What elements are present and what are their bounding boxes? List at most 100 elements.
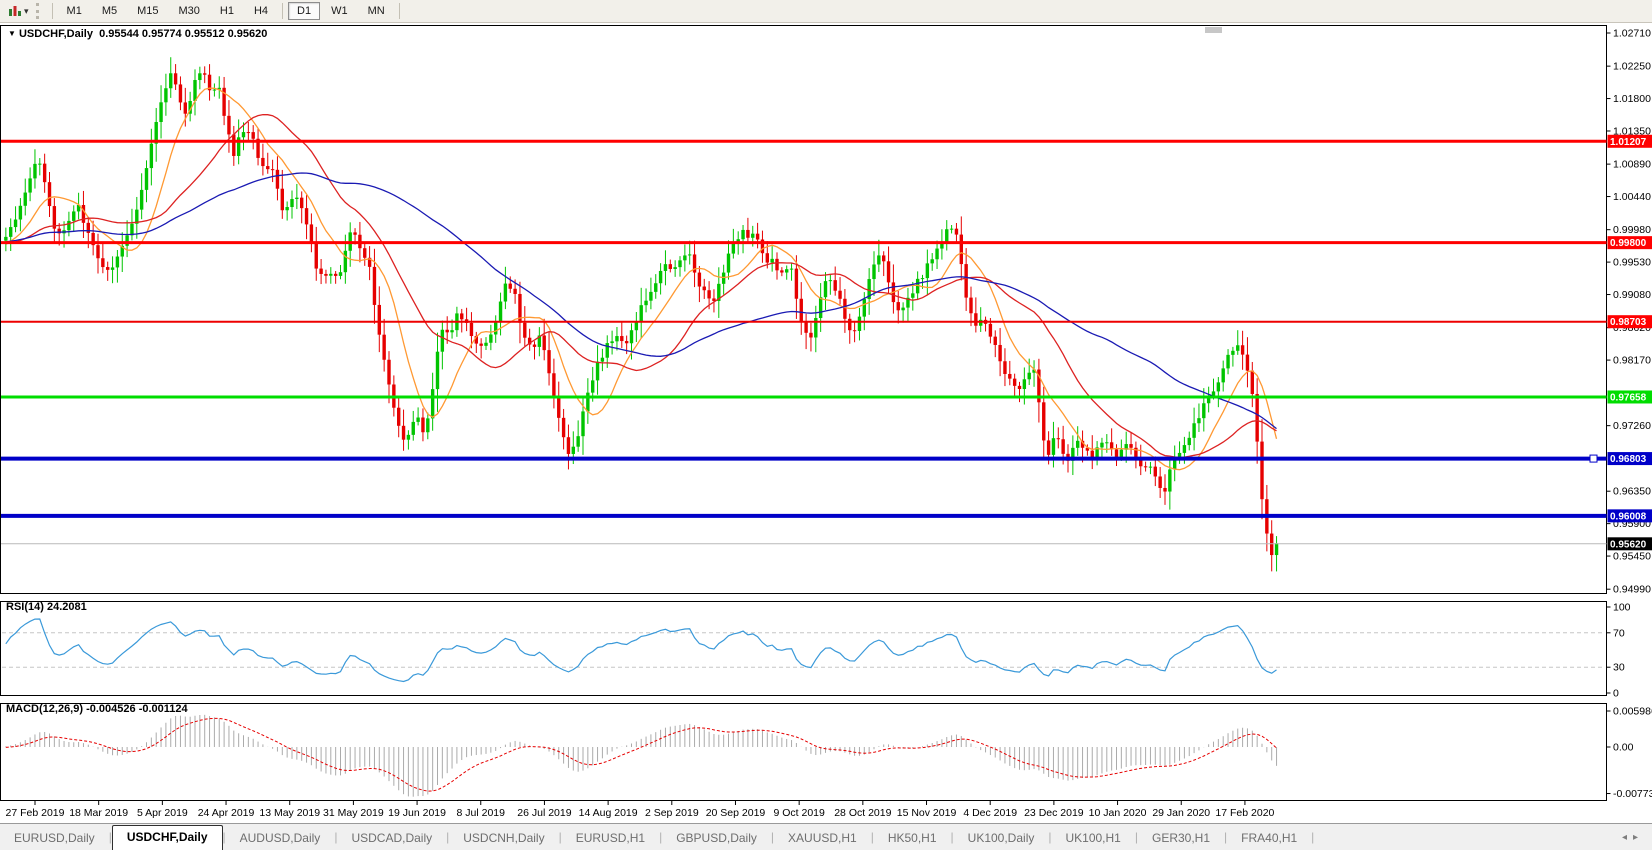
macd-signal-value: -0.001124	[139, 703, 188, 715]
svg-text:1.01800: 1.01800	[1613, 93, 1651, 105]
rsi-value: 24.2081	[47, 601, 87, 613]
svg-text:0.95450: 0.95450	[1613, 551, 1651, 563]
tab-gbpusd-daily[interactable]: GBPUSD,Daily	[662, 827, 771, 850]
macd-label: MACD(12,26,9) -0.004526 -0.001124	[6, 703, 188, 715]
svg-text:23 Dec 2019: 23 Dec 2019	[1024, 807, 1084, 819]
tf-button-d1[interactable]: D1	[288, 2, 320, 20]
svg-text:30: 30	[1613, 662, 1625, 674]
scroll-right-icon[interactable]: ▸	[1633, 832, 1644, 843]
svg-text:28 Oct 2019: 28 Oct 2019	[834, 807, 891, 819]
rsi-pane[interactable]	[1, 602, 1607, 696]
svg-text:27 Feb 2019: 27 Feb 2019	[6, 807, 65, 819]
tab-eurusd-h1[interactable]: EURUSD,H1	[562, 827, 659, 850]
chevron-down-icon[interactable]: ▾	[24, 6, 29, 17]
tab-ger30-h1[interactable]: GER30,H1	[1138, 827, 1224, 850]
svg-text:0.96350: 0.96350	[1613, 486, 1651, 498]
macd-pane[interactable]	[1, 704, 1607, 801]
tab-uk100-h1[interactable]: UK100,H1	[1051, 827, 1134, 850]
svg-text:0.99980: 0.99980	[1613, 224, 1651, 236]
chart-title-symbol: USDCHF,Daily	[19, 28, 93, 40]
svg-text:0.95620: 0.95620	[1610, 539, 1647, 550]
chart-period-button[interactable]: ▾	[3, 2, 34, 21]
tab-separator: |	[1311, 830, 1314, 850]
rsi-axis: 100 70 30 0	[1607, 602, 1631, 700]
svg-text:0.005986: 0.005986	[1613, 706, 1652, 718]
svg-text:0.98170: 0.98170	[1613, 355, 1651, 367]
timeframe-group: M1M5M15M30H1H4 D1W1MN	[48, 2, 404, 20]
tab-audusd-daily[interactable]: AUDUSD,Daily	[226, 827, 335, 850]
macd-indicator-name: MACD(12,26,9)	[6, 703, 83, 715]
scroll-left-icon[interactable]: ◂	[1622, 832, 1633, 843]
tab-usdchf-daily[interactable]: USDCHF,Daily	[112, 825, 223, 850]
price-axis: 1.027101.022501.018001.013501.008901.004…	[1607, 28, 1652, 596]
tf-button-m1[interactable]: M1	[58, 2, 91, 20]
svg-text:13 May 2019: 13 May 2019	[259, 807, 320, 819]
top-toolbar: ▾ M1M5M15M30H1H4 D1W1MN	[0, 0, 1652, 23]
svg-text:14 Aug 2019: 14 Aug 2019	[579, 807, 638, 819]
tf-button-m15[interactable]: M15	[128, 2, 167, 20]
svg-text:0.96008: 0.96008	[1610, 511, 1647, 522]
tab-fra40-h1[interactable]: FRA40,H1	[1227, 827, 1311, 850]
svg-text:0.97260: 0.97260	[1613, 420, 1651, 432]
svg-text:70: 70	[1613, 627, 1625, 639]
svg-text:0: 0	[1613, 688, 1619, 700]
tf-button-w1[interactable]: W1	[322, 2, 357, 20]
tab-usdcnh-daily[interactable]: USDCNH,Daily	[449, 827, 558, 850]
tab-eurusd-daily[interactable]: EURUSD,Daily	[0, 827, 109, 850]
ohlc-low: 0.95512	[185, 28, 225, 40]
svg-text:100: 100	[1613, 602, 1631, 614]
main-pane[interactable]	[1, 26, 1607, 594]
toolbar-separator	[52, 3, 53, 19]
tf-button-mn[interactable]: MN	[359, 2, 394, 20]
svg-text:0.99080: 0.99080	[1613, 289, 1651, 301]
tab-uk100-daily[interactable]: UK100,Daily	[954, 827, 1049, 850]
symbol-menu-icon[interactable]: ▼	[8, 29, 16, 38]
svg-text:15 Nov 2019: 15 Nov 2019	[897, 807, 957, 819]
price-chart[interactable]: 1.027101.022501.018001.013501.008901.004…	[0, 23, 1652, 823]
trendline-handle[interactable]	[1590, 455, 1597, 462]
tab-usdcad-daily[interactable]: USDCAD,Daily	[337, 827, 446, 850]
toolbar-grip[interactable]	[36, 3, 46, 19]
svg-text:17 Feb 2020: 17 Feb 2020	[1215, 807, 1274, 819]
svg-text:9 Oct 2019: 9 Oct 2019	[773, 807, 825, 819]
svg-text:2 Sep 2019: 2 Sep 2019	[645, 807, 699, 819]
svg-text:-0.007737: -0.007737	[1613, 788, 1652, 800]
date-axis: 27 Feb 201918 Mar 20195 Apr 201924 Apr 2…	[6, 801, 1275, 819]
svg-text:0.94990: 0.94990	[1613, 584, 1651, 596]
svg-text:0.97658: 0.97658	[1610, 392, 1647, 403]
ohlc-high: 0.95774	[142, 28, 182, 40]
svg-text:5 Apr 2019: 5 Apr 2019	[137, 807, 188, 819]
chart-hscroll-thumb[interactable]	[1205, 27, 1222, 33]
tab-scroll-arrows[interactable]: ◂▸	[1622, 832, 1644, 843]
svg-text:20 Sep 2019: 20 Sep 2019	[706, 807, 766, 819]
svg-text:0.00: 0.00	[1613, 742, 1634, 754]
svg-text:1.01207: 1.01207	[1610, 137, 1647, 148]
chart-title: ▼ USDCHF,Daily 0.95544 0.95774 0.95512 0…	[8, 28, 267, 40]
toolbar-separator	[399, 3, 400, 19]
svg-text:10 Jan 2020: 10 Jan 2020	[1089, 807, 1147, 819]
svg-text:0.96803: 0.96803	[1610, 454, 1647, 465]
tab-hk50-h1[interactable]: HK50,H1	[874, 827, 951, 850]
svg-text:31 May 2019: 31 May 2019	[323, 807, 384, 819]
macd-axis: 0.005986 0.00 -0.007737	[1607, 706, 1652, 801]
rsi-indicator-name: RSI(14)	[6, 601, 44, 613]
ohlc-open: 0.95544	[99, 28, 139, 40]
svg-text:29 Jan 2020: 29 Jan 2020	[1152, 807, 1210, 819]
rsi-label: RSI(14) 24.2081	[6, 601, 87, 613]
chart-period-icon	[8, 5, 22, 18]
tf-button-m30[interactable]: M30	[170, 2, 209, 20]
tf-button-h4[interactable]: H4	[245, 2, 277, 20]
svg-text:8 Jul 2019: 8 Jul 2019	[457, 807, 506, 819]
svg-text:0.99800: 0.99800	[1610, 238, 1647, 249]
svg-text:19 Jun 2019: 19 Jun 2019	[388, 807, 446, 819]
macd-main-value: -0.004526	[86, 703, 136, 715]
tf-button-h1[interactable]: H1	[211, 2, 243, 20]
ohlc-close: 0.95620	[228, 28, 268, 40]
tab-xauusd-h1[interactable]: XAUUSD,H1	[774, 827, 871, 850]
toolbar-separator	[282, 3, 283, 19]
tf-button-m5[interactable]: M5	[93, 2, 126, 20]
tabs-holder: EURUSD,Daily|USDCHF,Daily|AUDUSD,Daily|U…	[0, 825, 1314, 850]
svg-text:4 Dec 2019: 4 Dec 2019	[963, 807, 1017, 819]
svg-text:1.00890: 1.00890	[1613, 159, 1651, 171]
svg-text:1.00440: 1.00440	[1613, 191, 1651, 203]
